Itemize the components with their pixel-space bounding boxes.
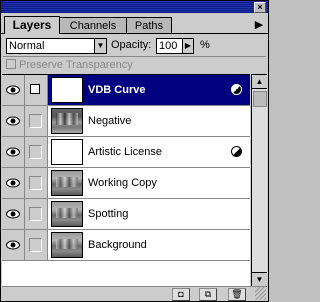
blend-mode-value: Normal: [9, 40, 45, 52]
layer-row[interactable]: Spotting: [2, 199, 250, 230]
blend-row: Normal ▼ Opacity: 100 ▶ %: [6, 38, 264, 54]
link-box: [29, 114, 42, 128]
layer-name: Negative: [88, 115, 132, 127]
adjustment-layer-icon[interactable]: [231, 146, 242, 157]
scroll-down-icon[interactable]: ▼: [252, 272, 267, 286]
layer-name-area[interactable]: Working Copy: [48, 168, 250, 198]
layer-name-area[interactable]: Spotting: [48, 199, 250, 229]
layer-name: Artistic License: [88, 146, 162, 158]
layer-thumbnail: [51, 108, 83, 134]
eye-icon: [6, 178, 20, 188]
palette-menu-arrow-icon[interactable]: ▶: [253, 18, 265, 32]
layer-name-area[interactable]: VDB Curve: [48, 75, 250, 105]
layer-name: Background: [88, 239, 147, 251]
chevron-down-icon: ▼: [94, 39, 106, 53]
layer-name: Spotting: [88, 208, 129, 220]
eye-icon: [6, 147, 20, 157]
layers-palette: × Layers Channels Paths ▶ Normal ▼ Opaci…: [0, 0, 269, 302]
visibility-toggle[interactable]: [2, 137, 25, 167]
layers-list: VDB Curve Negative Artistic License Working…: [2, 74, 250, 287]
preserve-transparency[interactable]: Preserve Transparency: [6, 59, 133, 71]
layer-name: Working Copy: [88, 177, 157, 189]
mask-icon[interactable]: ◘: [172, 288, 190, 301]
eye-icon: [6, 240, 20, 250]
opacity-label: Opacity:: [111, 39, 152, 51]
visibility-toggle[interactable]: [2, 75, 25, 105]
layer-name-area[interactable]: Artistic License: [48, 137, 250, 167]
link-box: [29, 145, 42, 159]
layer-name-area[interactable]: Background: [48, 230, 250, 260]
opacity-arrow-icon[interactable]: ▶: [182, 38, 194, 54]
layer-thumbnail: [51, 139, 83, 165]
palette-titlebar[interactable]: ×: [1, 1, 268, 13]
layer-thumbnail: [51, 232, 83, 258]
link-toggle[interactable]: [25, 199, 48, 229]
link-toggle[interactable]: [25, 230, 48, 260]
preserve-transparency-label: Preserve Transparency: [19, 59, 133, 71]
new-layer-icon[interactable]: ⧉: [199, 288, 217, 301]
eye-icon: [6, 209, 20, 219]
eye-icon: [6, 85, 20, 95]
tab-layers[interactable]: Layers: [4, 16, 60, 34]
visibility-toggle[interactable]: [2, 230, 25, 260]
palette-footer: ◘ ⧉ 🗑: [2, 286, 266, 301]
link-toggle[interactable]: [25, 75, 48, 105]
layer-row[interactable]: Working Copy: [2, 168, 250, 199]
link-box: [29, 207, 42, 221]
visibility-toggle[interactable]: [2, 199, 25, 229]
link-toggle[interactable]: [25, 106, 48, 136]
tab-paths[interactable]: Paths: [126, 17, 172, 33]
scroll-up-icon[interactable]: ▲: [252, 75, 267, 89]
tab-channels[interactable]: Channels: [59, 17, 127, 33]
layer-name: VDB Curve: [88, 84, 146, 96]
paint-target-icon: [30, 84, 40, 94]
eye-icon: [6, 116, 20, 126]
palette-tabs: Layers Channels Paths ▶: [1, 15, 268, 34]
divider: [3, 56, 266, 57]
layer-row[interactable]: VDB Curve: [2, 75, 250, 106]
link-box: [29, 238, 42, 252]
blend-mode-select[interactable]: Normal ▼: [6, 38, 107, 54]
vertical-scrollbar[interactable]: ▲ ▼: [251, 74, 267, 287]
layer-thumbnail: [51, 201, 83, 227]
visibility-toggle[interactable]: [2, 106, 25, 136]
layer-name-area[interactable]: Negative: [48, 106, 250, 136]
layer-row[interactable]: Negative: [2, 106, 250, 137]
trash-icon[interactable]: 🗑: [228, 288, 246, 301]
preserve-transparency-checkbox[interactable]: [6, 59, 16, 69]
link-box: [29, 176, 42, 190]
layer-row[interactable]: Artistic License: [2, 137, 250, 168]
layer-row[interactable]: Background: [2, 230, 250, 261]
adjustment-layer-icon[interactable]: [231, 84, 242, 95]
layer-thumbnail: [51, 77, 83, 103]
resize-handle-icon[interactable]: [255, 287, 266, 300]
layer-thumbnail: [51, 170, 83, 196]
close-icon[interactable]: ×: [254, 2, 266, 13]
visibility-toggle[interactable]: [2, 168, 25, 198]
scroll-thumb[interactable]: [253, 91, 267, 107]
link-toggle[interactable]: [25, 168, 48, 198]
percent-sign: %: [200, 39, 210, 51]
link-toggle[interactable]: [25, 137, 48, 167]
